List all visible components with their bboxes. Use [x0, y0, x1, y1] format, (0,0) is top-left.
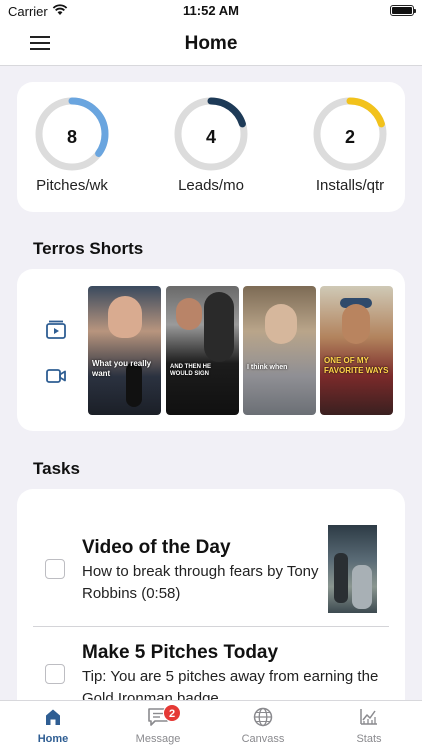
- short-video-thumbnail[interactable]: AND THEN HE WOULD SIGN: [166, 286, 239, 415]
- tab-label: Message: [135, 733, 181, 745]
- home-icon: [46, 709, 60, 725]
- task-description: How to break through fears by Tony Robbi…: [82, 563, 319, 602]
- stat-installs[interactable]: 2 Installs/qtr: [290, 94, 410, 194]
- video-library-icon[interactable]: [45, 319, 67, 341]
- page-title: Home: [184, 33, 238, 54]
- stat-label: Installs/qtr: [315, 177, 385, 194]
- stat-value: 8: [66, 127, 77, 147]
- task-video-thumbnail[interactable]: [328, 525, 377, 613]
- status-bar: Carrier 11:52 AM: [0, 0, 422, 22]
- tab-message[interactable]: 2 Message: [113, 704, 203, 745]
- clock: 11:52 AM: [183, 3, 239, 18]
- tab-canvass[interactable]: Canvass: [218, 707, 308, 745]
- stat-label: Pitches/wk: [36, 177, 108, 194]
- globe-icon: [253, 707, 273, 727]
- tab-label: Home: [37, 733, 69, 745]
- video-camera-icon[interactable]: [45, 365, 67, 387]
- task-checkbox[interactable]: [45, 664, 65, 684]
- short-caption: AND THEN HE WOULD SIGN: [170, 364, 212, 378]
- tab-home[interactable]: Home: [8, 707, 98, 745]
- task-title: Make 5 Pitches Today: [82, 642, 279, 663]
- tab-label: Canvass: [241, 733, 285, 745]
- battery-icon: [390, 5, 416, 16]
- short-video-thumbnail[interactable]: I think when: [243, 286, 316, 415]
- tab-stats[interactable]: Stats: [324, 707, 414, 745]
- unread-badge: 2: [163, 704, 181, 722]
- shorts-card: What you really want AND THEN HE WOULD S…: [17, 269, 405, 431]
- stat-pitches[interactable]: 8 Pitches/wk: [12, 94, 132, 194]
- stat-label: Leads/mo: [178, 177, 244, 194]
- stat-value: 2: [344, 127, 355, 147]
- stats-icon: [360, 709, 377, 725]
- tasks-section-title: Tasks: [33, 459, 80, 478]
- tab-bar: Home 2 Message Canvass Stats: [0, 700, 422, 750]
- task-title: Video of the Day: [82, 537, 231, 558]
- stats-card: 8 Pitches/wk 4 Leads/mo 2 Installs/qtr: [17, 82, 405, 212]
- tab-label: Stats: [356, 733, 382, 745]
- short-caption: I think when: [247, 364, 288, 371]
- stat-value: 4: [205, 127, 216, 147]
- short-video-thumbnail[interactable]: What you really want: [88, 286, 161, 415]
- task-checkbox[interactable]: [45, 559, 65, 579]
- short-caption: ONE OF MY FAVORITE WAYS: [324, 356, 389, 375]
- short-caption: What you really want: [92, 359, 152, 378]
- short-video-thumbnail[interactable]: ONE OF MY FAVORITE WAYS: [320, 286, 393, 415]
- task-item[interactable]: Video of the Day How to break through fe…: [17, 489, 405, 626]
- navigation-bar: Home: [0, 22, 422, 66]
- shorts-section-title: Terros Shorts: [33, 239, 144, 258]
- stat-leads[interactable]: 4 Leads/mo: [151, 94, 271, 194]
